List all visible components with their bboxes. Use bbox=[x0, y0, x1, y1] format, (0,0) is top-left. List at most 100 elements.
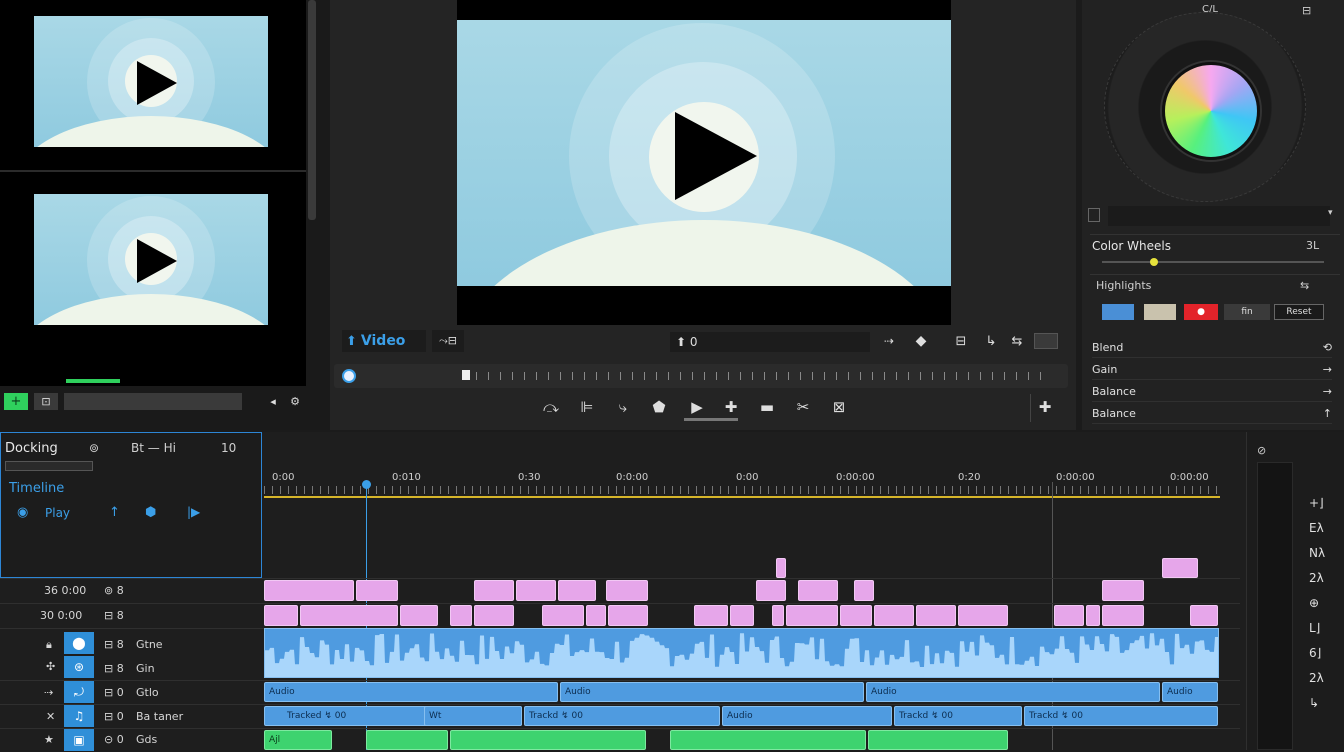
title-clip[interactable] bbox=[694, 605, 728, 626]
track-2-ctrl[interactable]: ⊟ 8 bbox=[104, 609, 124, 622]
insert-icon[interactable]: ✚ bbox=[720, 396, 742, 418]
color-list-item-gain[interactable]: Gain → bbox=[1092, 360, 1332, 380]
thumbnail-1[interactable] bbox=[34, 16, 268, 147]
track-4-ctrl[interactable]: ⊟ 8 bbox=[104, 662, 124, 675]
track-4-toggle[interactable]: ⊛ bbox=[64, 656, 94, 678]
play-button[interactable]: ▶ bbox=[684, 396, 710, 418]
strip-top-icon[interactable]: ⊘ bbox=[1257, 444, 1266, 457]
timeline-tool-icon[interactable]: ⊕ bbox=[1309, 596, 1319, 610]
sub-right-icon[interactable]: ⇆ bbox=[1300, 279, 1309, 292]
star-icon[interactable]: ★ bbox=[44, 733, 54, 746]
title-clip[interactable] bbox=[916, 605, 956, 626]
track-3-ctrl[interactable]: ⊟ 8 bbox=[104, 638, 124, 651]
title-clip[interactable] bbox=[840, 605, 872, 626]
video-clip[interactable] bbox=[450, 730, 646, 750]
link-icon[interactable]: ⤳⊟ bbox=[432, 330, 464, 352]
track-5-toggle[interactable]: ⤾ bbox=[64, 681, 94, 703]
bin-icon[interactable]: ⊡ bbox=[34, 393, 58, 410]
move-icon[interactable]: ✣ bbox=[46, 660, 55, 673]
zoom-slider[interactable] bbox=[5, 461, 93, 471]
mark-in-icon[interactable]: ⊫ bbox=[576, 396, 598, 418]
title-clip[interactable] bbox=[1086, 605, 1100, 626]
record-icon[interactable]: ◉ bbox=[17, 505, 28, 520]
hex-icon[interactable]: ⬢ bbox=[145, 505, 156, 520]
overwrite-icon[interactable]: ▬ bbox=[756, 396, 778, 418]
swap-icon[interactable]: ⇆ bbox=[1006, 330, 1028, 352]
track-1-ctrl[interactable]: ⊚ 8 bbox=[104, 584, 124, 597]
fine-button[interactable]: fin bbox=[1224, 304, 1270, 320]
track-3-toggle[interactable]: ⬤ bbox=[64, 632, 94, 654]
track-7-ctrl[interactable]: ⊝ 0 bbox=[104, 733, 124, 746]
timeline-tool-icon[interactable]: 6⌋ bbox=[1309, 646, 1321, 660]
upload-icon[interactable]: ↑ bbox=[109, 505, 120, 520]
thumbnail-2[interactable] bbox=[34, 194, 268, 325]
title-clip[interactable] bbox=[1102, 580, 1144, 601]
title-clip[interactable] bbox=[474, 580, 514, 601]
play-tool[interactable]: Play bbox=[45, 506, 70, 520]
timeline-tool-icon[interactable]: 2λ bbox=[1309, 571, 1324, 585]
title-clip[interactable] bbox=[1102, 605, 1144, 626]
audio-waveform-clip[interactable] bbox=[264, 628, 1219, 678]
title-clip[interactable] bbox=[300, 605, 398, 626]
export-icon[interactable]: ⊠ bbox=[828, 396, 850, 418]
link-icon[interactable]: ⇢ bbox=[44, 686, 53, 699]
reset-button[interactable]: Reset bbox=[1274, 304, 1324, 320]
volume-icon[interactable]: ◂ bbox=[264, 392, 282, 410]
scrollbar[interactable] bbox=[308, 0, 316, 220]
wheel-swatch-bar[interactable] bbox=[1108, 206, 1330, 226]
mark-out-icon[interactable]: ⤷ bbox=[612, 396, 634, 418]
lift-slider[interactable] bbox=[1102, 258, 1324, 266]
swatch-blue[interactable] bbox=[1102, 304, 1134, 320]
search-icon[interactable]: ⊚ bbox=[89, 441, 99, 455]
title-clip[interactable] bbox=[1190, 605, 1218, 626]
title-clip[interactable] bbox=[786, 605, 838, 626]
video-clip[interactable] bbox=[670, 730, 866, 750]
timecode-field[interactable]: ⬆ 0 bbox=[670, 332, 870, 352]
timeline-tool-icon[interactable]: Nλ bbox=[1309, 546, 1325, 560]
tracked-clip[interactable]: Trackd ↯ 00 bbox=[1024, 706, 1218, 726]
export-frame-button[interactable] bbox=[1034, 333, 1058, 349]
slider-knob[interactable] bbox=[1150, 258, 1158, 266]
video-clip[interactable] bbox=[868, 730, 1008, 750]
title-clip[interactable] bbox=[1162, 558, 1198, 578]
track-6-ctrl[interactable]: ⊟ 0 bbox=[104, 710, 124, 723]
track-5-ctrl[interactable]: ⊟ 0 bbox=[104, 686, 124, 699]
swatch-gray[interactable] bbox=[1144, 304, 1176, 320]
title-clip[interactable] bbox=[558, 580, 596, 601]
lock-icon[interactable]: 🔒︎ bbox=[46, 638, 52, 652]
swatch-red[interactable]: ● bbox=[1184, 304, 1218, 320]
title-clip[interactable] bbox=[356, 580, 398, 601]
audio-clip[interactable]: Audio bbox=[866, 682, 1160, 702]
color-list-item-balance[interactable]: Balance → bbox=[1092, 382, 1332, 402]
timeline-tool-icon[interactable]: L⌋ bbox=[1309, 621, 1320, 635]
cross-icon[interactable]: ✕ bbox=[46, 710, 55, 723]
title-clip[interactable] bbox=[730, 605, 754, 626]
title-clip[interactable] bbox=[756, 580, 786, 601]
tracked-clip[interactable]: Trackd ↯ 00 bbox=[894, 706, 1022, 726]
safe-area-icon[interactable]: ⊟ bbox=[950, 330, 972, 352]
title-clip[interactable] bbox=[400, 605, 438, 626]
color-panel-menu-icon[interactable]: ⊟ bbox=[1302, 4, 1311, 17]
tracked-clip[interactable]: Wt bbox=[424, 706, 522, 726]
settings-icon[interactable]: ⚙ bbox=[286, 392, 304, 410]
stop-icon[interactable]: ⬟ bbox=[648, 396, 670, 418]
marker-icon[interactable]: ◆ bbox=[910, 330, 932, 352]
color-wheel[interactable] bbox=[1162, 62, 1260, 160]
title-clip[interactable] bbox=[542, 605, 584, 626]
title-clip[interactable] bbox=[854, 580, 874, 601]
title-clip[interactable] bbox=[772, 605, 784, 626]
title-clip[interactable] bbox=[516, 580, 556, 601]
tracked-clip[interactable]: Trackd ↯ 00 bbox=[524, 706, 720, 726]
color-list-item-blend[interactable]: Blend ⟲ bbox=[1092, 338, 1332, 358]
loop-icon[interactable]: ⤼ bbox=[540, 396, 562, 418]
fit-icon[interactable]: ⇢ bbox=[878, 330, 900, 352]
timeline-tool-icon[interactable]: ↳ bbox=[1309, 696, 1319, 710]
audio-clip[interactable]: Audio bbox=[560, 682, 864, 702]
title-clip[interactable] bbox=[776, 558, 786, 578]
title-clip[interactable] bbox=[264, 605, 298, 626]
tracked-clip[interactable]: Audio bbox=[722, 706, 892, 726]
color-list-item-balance-2[interactable]: Balance ↑ bbox=[1092, 404, 1332, 424]
timeline-tool-icon[interactable]: 2λ bbox=[1309, 671, 1324, 685]
add-icon[interactable]: ✚ bbox=[1034, 396, 1056, 418]
track-7-toggle[interactable]: ▣ bbox=[64, 729, 94, 751]
